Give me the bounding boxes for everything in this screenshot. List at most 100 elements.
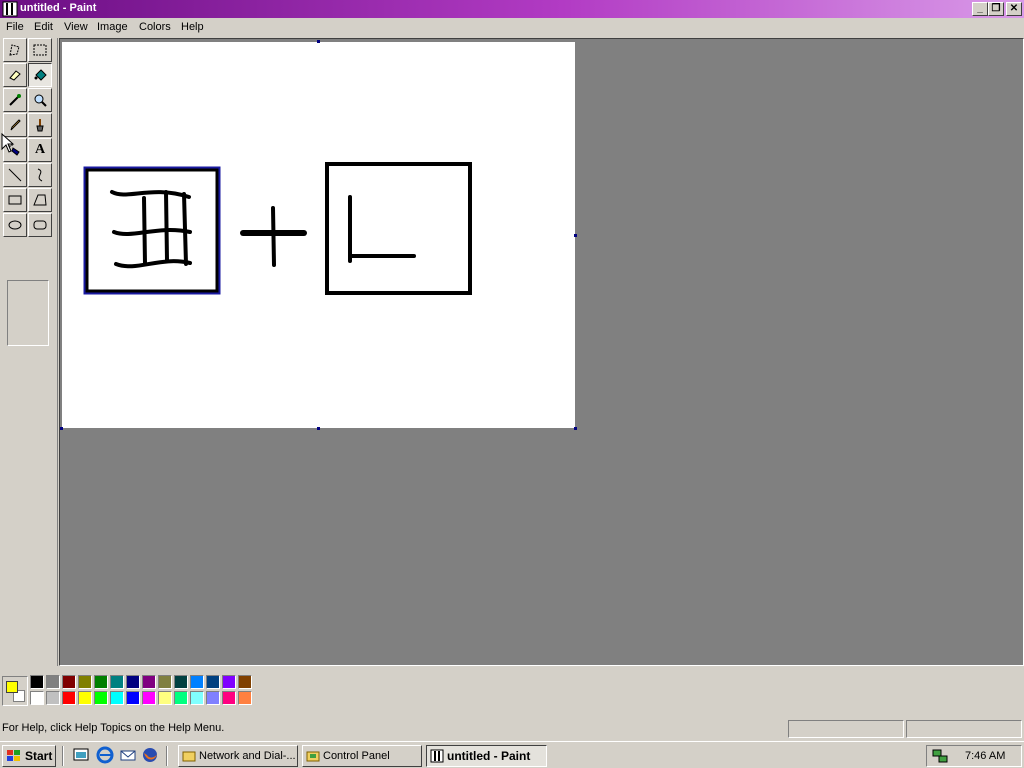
rectangle-icon	[8, 195, 22, 205]
taskbar-separator	[166, 746, 168, 766]
status-coordinates-pane	[788, 720, 904, 738]
network-connection-icon[interactable]	[931, 748, 949, 764]
fill-tool[interactable]	[28, 63, 52, 87]
close-button[interactable]: ✕	[1006, 2, 1022, 16]
clock[interactable]: 7:46 AM	[965, 750, 1005, 762]
task-network-dialup[interactable]: Network and Dial-...	[178, 745, 298, 767]
curve-icon	[37, 168, 43, 182]
menu-colors[interactable]: Colors	[139, 21, 171, 33]
magnifier-tool[interactable]	[28, 88, 52, 112]
palette-swatch[interactable]	[158, 691, 172, 705]
resize-handle-top	[317, 40, 320, 43]
menu-edit[interactable]: Edit	[34, 21, 53, 33]
outlook-express-icon[interactable]	[119, 746, 137, 764]
resize-handle-right[interactable]	[574, 234, 577, 237]
current-colors[interactable]	[2, 676, 28, 706]
palette-swatch[interactable]	[158, 675, 172, 689]
start-button[interactable]: Start	[2, 745, 56, 767]
canvas-drawing	[83, 162, 472, 295]
control-panel-icon	[306, 751, 320, 762]
brush-icon	[36, 119, 44, 132]
menu-file[interactable]: File	[6, 21, 24, 33]
text-icon: A	[34, 142, 46, 157]
eraser-tool[interactable]	[3, 63, 27, 87]
palette-swatch[interactable]	[110, 691, 124, 705]
resize-handle-bottom-left	[60, 427, 63, 430]
palette-swatch[interactable]	[30, 675, 44, 689]
palette-swatch[interactable]	[110, 675, 124, 689]
pencil-icon	[10, 119, 21, 131]
menu-bar: File Edit View Image Colors Help	[0, 18, 1024, 38]
polygon-icon	[33, 194, 47, 206]
system-tray: 7:46 AM	[926, 745, 1022, 767]
palette-swatch[interactable]	[190, 675, 204, 689]
palette-swatch[interactable]	[30, 691, 44, 705]
palette-swatch[interactable]	[174, 675, 188, 689]
palette-swatch[interactable]	[62, 691, 76, 705]
palette-swatch[interactable]	[222, 691, 236, 705]
select-tool[interactable]	[28, 38, 52, 62]
palette-swatch[interactable]	[238, 675, 252, 689]
palette-swatch[interactable]	[222, 675, 236, 689]
taskbar-separator	[62, 746, 64, 766]
paint-bucket-icon	[34, 69, 47, 81]
free-form-select-icon	[9, 44, 20, 56]
firefox-icon[interactable]	[141, 746, 159, 764]
paint-icon	[430, 749, 444, 763]
palette-swatch[interactable]	[46, 691, 60, 705]
show-desktop-icon[interactable]	[72, 746, 90, 764]
brush-tool[interactable]	[28, 113, 52, 137]
paint-app-icon[interactable]	[2, 1, 18, 17]
menu-view[interactable]: View	[64, 21, 88, 33]
window-title: untitled - Paint	[20, 2, 97, 14]
minimize-button[interactable]: _	[972, 2, 988, 16]
tool-options-box[interactable]	[7, 280, 49, 346]
title-bar: untitled - Paint _ ❐ ✕	[0, 0, 1024, 18]
start-label: Start	[25, 749, 53, 763]
palette-swatch[interactable]	[142, 691, 156, 705]
rectangle-tool[interactable]	[3, 188, 27, 212]
resize-handle-bottom[interactable]	[317, 427, 320, 430]
task-paint[interactable]: untitled - Paint	[426, 745, 547, 767]
pick-color-tool[interactable]	[3, 88, 27, 112]
palette-swatch[interactable]	[206, 691, 220, 705]
palette-swatch[interactable]	[78, 691, 92, 705]
palette-swatch[interactable]	[94, 675, 108, 689]
text-tool[interactable]: A	[28, 138, 52, 162]
palette-swatch[interactable]	[142, 675, 156, 689]
menu-help[interactable]: Help	[181, 21, 204, 33]
palette-swatch[interactable]	[126, 675, 140, 689]
line-tool[interactable]	[3, 163, 27, 187]
menu-image[interactable]: Image	[97, 21, 128, 33]
task-control-panel[interactable]: Control Panel	[302, 745, 422, 767]
line-icon	[8, 168, 22, 182]
curve-tool[interactable]	[28, 163, 52, 187]
palette-swatch[interactable]	[62, 675, 76, 689]
palette-swatch[interactable]	[206, 675, 220, 689]
restore-button[interactable]: ❐	[988, 2, 1004, 16]
status-size-pane	[906, 720, 1022, 738]
polygon-tool[interactable]	[28, 188, 52, 212]
rounded-rectangle-icon	[33, 220, 47, 230]
palette-swatch[interactable]	[126, 691, 140, 705]
ellipse-icon	[8, 220, 22, 230]
eyedropper-icon	[9, 94, 21, 106]
palette-swatch[interactable]	[94, 691, 108, 705]
rounded-rectangle-tool[interactable]	[28, 213, 52, 237]
palette-swatch[interactable]	[238, 691, 252, 705]
free-form-select-tool[interactable]	[3, 38, 27, 62]
rect-select-icon	[33, 44, 47, 56]
internet-explorer-icon[interactable]	[96, 746, 114, 764]
network-folder-icon	[182, 751, 196, 762]
ellipse-tool[interactable]	[3, 213, 27, 237]
palette-swatch[interactable]	[78, 675, 92, 689]
drawing-canvas[interactable]	[62, 42, 575, 428]
palette-swatch[interactable]	[190, 691, 204, 705]
resize-handle-corner[interactable]	[574, 427, 577, 430]
taskbar: Start Network and Dial-... Control Panel…	[0, 741, 1024, 768]
windows-logo-icon	[7, 750, 20, 761]
palette-swatch[interactable]	[174, 691, 188, 705]
eraser-icon	[9, 70, 21, 81]
mouse-cursor-icon	[1, 133, 15, 153]
palette-swatch[interactable]	[46, 675, 60, 689]
